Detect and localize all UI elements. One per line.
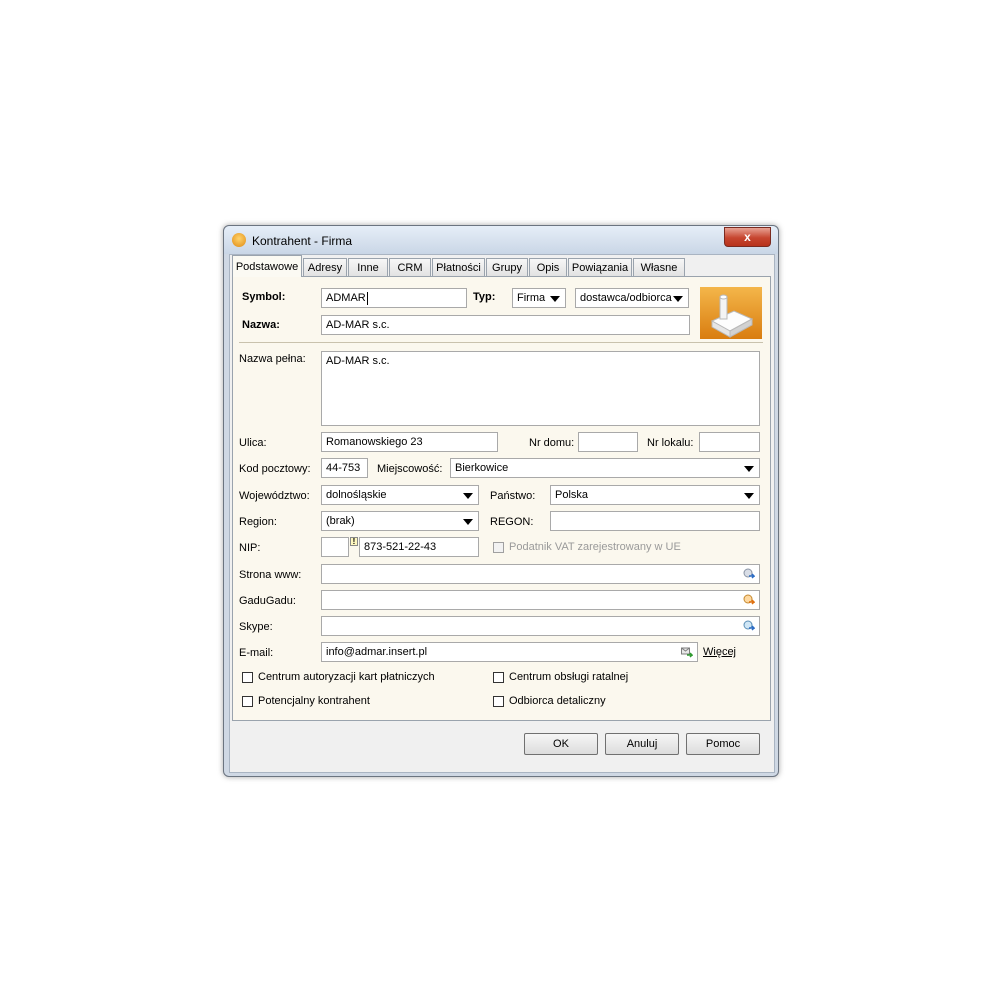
nazwa-pelna-textarea[interactable]: AD-MAR s.c.: [321, 351, 760, 426]
centrum-obslugi-checkbox[interactable]: [493, 672, 504, 683]
centrum-obslugi-label: Centrum obsługi ratalnej: [509, 671, 629, 683]
ulica-label: Ulica:: [239, 437, 267, 449]
typ-select[interactable]: Firma: [512, 288, 566, 308]
tab-inne[interactable]: Inne: [348, 258, 388, 276]
ulica-input[interactable]: Romanowskiego 23: [321, 432, 498, 452]
gadugadu-input[interactable]: [321, 590, 760, 610]
skype-icon[interactable]: [743, 620, 755, 632]
dialog-body: Podstawowe Adresy Inne CRM Płatności Gru…: [229, 254, 775, 773]
potencjalny-kontrahent-checkbox[interactable]: [242, 696, 253, 707]
regon-input[interactable]: [550, 511, 760, 531]
kod-pocztowy-input[interactable]: 44-753: [321, 458, 368, 478]
kod-pocztowy-label: Kod pocztowy:: [239, 463, 311, 475]
panstwo-label: Państwo:: [490, 490, 536, 502]
typ-value: Firma: [517, 292, 546, 304]
role-select[interactable]: dostawca/odbiorca: [575, 288, 689, 308]
panstwo-select[interactable]: Polska: [550, 485, 760, 505]
tab-wlasne[interactable]: Własne: [633, 258, 685, 276]
www-label: Strona www:: [239, 569, 302, 581]
tab-crm[interactable]: CRM: [389, 258, 431, 276]
divider: [239, 342, 763, 343]
dialog-window: Kontrahent - Firma x Podstawowe Adresy I…: [223, 225, 779, 777]
email-send-icon[interactable]: [681, 646, 693, 658]
symbol-input[interactable]: ADMAR: [321, 288, 467, 308]
odbiorca-detaliczny-label: Odbiorca detaliczny: [509, 695, 606, 707]
skype-input[interactable]: [321, 616, 760, 636]
chevron-down-icon: [744, 493, 754, 499]
tab-powiazania[interactable]: Powiązania: [568, 258, 632, 276]
chevron-down-icon: [673, 296, 683, 302]
email-value: info@admar.insert.pl: [326, 646, 428, 658]
miejscowosc-value: Bierkowice: [455, 462, 509, 474]
wojewodztwo-label: Województwo:: [239, 490, 310, 502]
miejscowosc-select[interactable]: Bierkowice: [450, 458, 760, 478]
text-caret: [366, 291, 368, 305]
warning-icon: !: [350, 537, 358, 546]
panstwo-value: Polska: [555, 489, 589, 501]
tab-panel: Symbol: ADMAR Typ: Firma dostawca/odbior…: [232, 276, 771, 721]
nr-domu-label: Nr domu:: [529, 437, 575, 449]
symbol-value: ADMAR: [326, 292, 366, 304]
nip-label: NIP:: [239, 542, 261, 554]
vat-eu-label: Podatnik VAT zarejestrowany w UE: [509, 541, 681, 553]
chevron-down-icon: [744, 466, 754, 472]
centrum-autoryzacji-label: Centrum autoryzacji kart płatniczych: [258, 671, 435, 683]
nr-lokalu-input[interactable]: [699, 432, 760, 452]
window-title: Kontrahent - Firma: [252, 234, 353, 248]
region-value: (brak): [326, 515, 355, 527]
close-button[interactable]: x: [724, 227, 771, 247]
nip-input[interactable]: 873-521-22-43: [359, 537, 479, 557]
odbiorca-detaliczny-checkbox[interactable]: [493, 696, 504, 707]
tab-podstawowe[interactable]: Podstawowe: [232, 255, 302, 277]
tab-opis[interactable]: Opis: [529, 258, 567, 276]
chevron-down-icon: [463, 519, 473, 525]
skype-label: Skype:: [239, 621, 273, 633]
role-value: dostawca/odbiorca: [580, 292, 672, 304]
title-bar[interactable]: Kontrahent - Firma x: [224, 226, 778, 254]
nazwa-pelna-label: Nazwa pełna:: [239, 353, 306, 365]
wojewodztwo-select[interactable]: dolnośląskie: [321, 485, 479, 505]
wiecej-link[interactable]: Więcej: [703, 646, 736, 658]
centrum-autoryzacji-checkbox[interactable]: [242, 672, 253, 683]
help-button[interactable]: Pomoc: [686, 733, 760, 755]
tab-adresy[interactable]: Adresy: [303, 258, 347, 276]
regon-label: REGON:: [490, 516, 534, 528]
nr-domu-input[interactable]: [578, 432, 638, 452]
cancel-button[interactable]: Anuluj: [605, 733, 679, 755]
email-label: E-mail:: [239, 647, 274, 659]
company-building-icon: [700, 287, 762, 339]
region-select[interactable]: (brak): [321, 511, 479, 531]
vat-eu-checkbox[interactable]: [493, 542, 504, 553]
gadugadu-icon[interactable]: [743, 594, 755, 606]
nazwa-input[interactable]: AD-MAR s.c.: [321, 315, 690, 335]
chevron-down-icon: [463, 493, 473, 499]
ok-button[interactable]: OK: [524, 733, 598, 755]
email-input[interactable]: info@admar.insert.pl: [321, 642, 698, 662]
wojewodztwo-value: dolnośląskie: [326, 489, 387, 501]
nr-lokalu-label: Nr lokalu:: [647, 437, 694, 449]
potencjalny-kontrahent-label: Potencjalny kontrahent: [258, 695, 370, 707]
globe-go-icon[interactable]: [743, 568, 755, 580]
region-label: Region:: [239, 516, 277, 528]
symbol-label: Symbol:: [242, 291, 286, 303]
gadugadu-label: GaduGadu:: [239, 595, 296, 607]
www-input[interactable]: [321, 564, 760, 584]
typ-label: Typ:: [473, 291, 496, 303]
miejscowosc-label: Miejscowość:: [377, 463, 443, 475]
tab-grupy[interactable]: Grupy: [486, 258, 528, 276]
tab-platnosci[interactable]: Płatności: [432, 258, 485, 276]
app-icon: [232, 233, 246, 247]
nip-prefix-input[interactable]: [321, 537, 349, 557]
chevron-down-icon: [550, 296, 560, 302]
nazwa-label: Nazwa:: [242, 319, 280, 331]
